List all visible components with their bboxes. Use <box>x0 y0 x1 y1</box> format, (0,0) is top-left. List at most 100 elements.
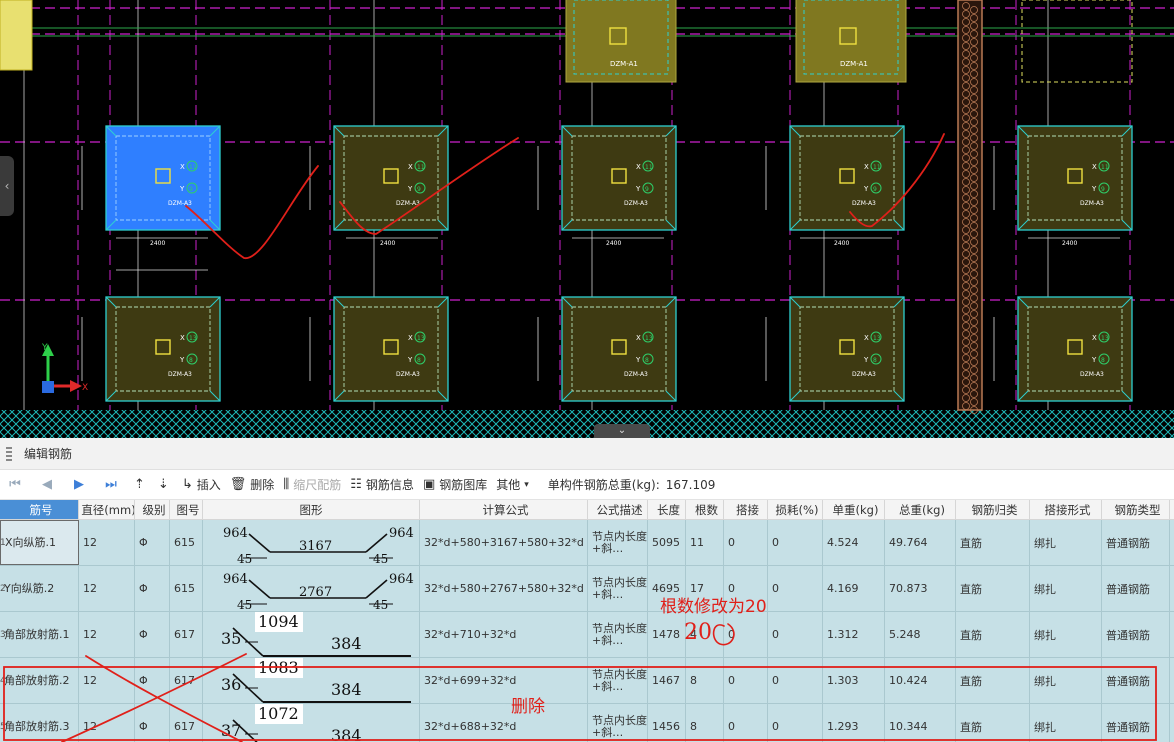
cell-description[interactable]: 节点内长度+斜… <box>588 520 648 565</box>
cell-figure-no[interactable]: 615 <box>170 520 203 565</box>
cell-lap-type[interactable]: 绑扎 <box>1030 704 1102 742</box>
cell-diameter[interactable]: 12 <box>79 704 135 742</box>
cell-lap[interactable]: 0 <box>724 612 768 657</box>
col-header-lap-type[interactable]: 搭接形式 <box>1030 500 1102 519</box>
cell-grade[interactable]: Φ <box>135 704 170 742</box>
col-header-total-weight[interactable]: 总重(kg) <box>885 500 956 519</box>
cell-total-weight[interactable]: 70.873 <box>885 566 956 611</box>
rebar-shape-diagram[interactable]: 96445276796445 <box>203 566 420 611</box>
cell-formula[interactable]: 32*d+580+2767+580+32*d <box>420 566 588 611</box>
cell-count[interactable]: 8 <box>686 704 724 742</box>
cell-shape[interactable]: 35 1094 384 <box>203 612 420 657</box>
cad-canvas[interactable]: DZM-A1 DZM-A1 X 11 Y 9 DZM-A3 X 11 Y 9 DZM-A3 X 11 Y 9 D… <box>0 0 1174 438</box>
cell-grade[interactable]: Φ <box>135 520 170 565</box>
cell-description[interactable]: 节点内长度+斜… <box>588 704 648 742</box>
col-header-shape[interactable]: 图形 <box>203 500 420 519</box>
cell-shape[interactable]: 36 1083 384 <box>203 658 420 703</box>
col-header-loss[interactable]: 损耗(%) <box>768 500 823 519</box>
cell-rebar-no[interactable]: X向纵筋.1 <box>0 520 79 565</box>
col-header-grade[interactable]: 级别 <box>135 500 170 519</box>
cell-unit-weight[interactable]: 1.293 <box>823 704 885 742</box>
cell-length[interactable]: 1478 <box>648 612 686 657</box>
cell-formula[interactable]: 32*d+710+32*d <box>420 612 588 657</box>
cell-rebar-type[interactable]: 普通钢筋 <box>1102 704 1170 742</box>
cell-rebar-no[interactable]: 角部放射筋.1 <box>0 612 79 657</box>
cell-shape[interactable]: 964 45 3167 964 45 <box>203 520 420 565</box>
cell-total-weight[interactable]: 10.424 <box>885 658 956 703</box>
col-header-length[interactable]: 长度 <box>648 500 686 519</box>
cell-formula[interactable]: 32*d+688+32*d <box>420 704 588 742</box>
cell-rebar-type[interactable]: 普通钢筋 <box>1102 658 1170 703</box>
cell-total-weight[interactable]: 10.344 <box>885 704 956 742</box>
collapse-left-icon[interactable]: ‹ <box>0 156 14 216</box>
col-header-count[interactable]: 根数 <box>686 500 724 519</box>
col-header-lap[interactable]: 搭接 <box>724 500 768 519</box>
cell-total-weight[interactable]: 49.764 <box>885 520 956 565</box>
cell-formula[interactable]: 32*d+699+32*d <box>420 658 588 703</box>
cell-rebar-type[interactable]: 普通钢筋 <box>1102 520 1170 565</box>
cell-grade[interactable]: Φ <box>135 612 170 657</box>
cell-loss[interactable]: 0 <box>768 520 823 565</box>
cell-count[interactable]: 11 <box>686 520 724 565</box>
cell-shape[interactable]: 964 45 2767 964 45 <box>203 566 420 611</box>
cell-rebar-no[interactable]: 角部放射筋.2 <box>0 658 79 703</box>
cell-rebar-type[interactable]: 普通钢筋 <box>1102 566 1170 611</box>
cell-category[interactable]: 直筋 <box>956 566 1030 611</box>
cell-diameter[interactable]: 12 <box>79 658 135 703</box>
drag-grip-icon[interactable] <box>6 447 12 461</box>
cell-loss[interactable]: 0 <box>768 658 823 703</box>
delete-button[interactable]: 🗑 删除 <box>230 476 275 493</box>
col-header-figure[interactable]: 图号 <box>170 500 203 519</box>
cell-rebar-no[interactable]: 角部放射筋.3 <box>0 704 79 742</box>
next-record-icon[interactable]: ▶ <box>70 477 88 492</box>
cell-length[interactable]: 5095 <box>648 520 686 565</box>
cell-unit-weight[interactable]: 4.169 <box>823 566 885 611</box>
cell-lap-type[interactable]: 绑扎 <box>1030 612 1102 657</box>
cell-shape[interactable]: 37 1072 384 <box>203 704 420 742</box>
cell-loss[interactable]: 0 <box>768 612 823 657</box>
cell-lap[interactable]: 0 <box>724 704 768 742</box>
cell-unit-weight[interactable]: 4.524 <box>823 520 885 565</box>
first-record-icon[interactable]: ⏮ <box>6 477 24 492</box>
cell-diameter[interactable]: 12 <box>79 520 135 565</box>
col-header-description[interactable]: 公式描述 <box>588 500 648 519</box>
col-header-formula[interactable]: 计算公式 <box>420 500 588 519</box>
table-row[interactable]: 角部放射筋.3 12 Φ 617 37 1072 384 32*d+688+32*d 节点内长度… <box>0 704 1174 742</box>
cell-lap-type[interactable]: 绑扎 <box>1030 658 1102 703</box>
cell-figure-no[interactable]: 617 <box>170 704 203 742</box>
insert-button[interactable]: ↳ 插入 <box>182 476 221 493</box>
rebar-shape-diagram[interactable]: 37 1072 384 <box>203 704 420 742</box>
rebar-shape-diagram[interactable]: 36 1083 384 <box>203 658 420 703</box>
rebar-info-button[interactable]: ☷ 钢筋信息 <box>350 476 414 493</box>
cell-rebar-type[interactable]: 普通钢筋 <box>1102 612 1170 657</box>
cell-category[interactable]: 直筋 <box>956 612 1030 657</box>
col-header-unit-weight[interactable]: 单重(kg) <box>823 500 885 519</box>
table-row[interactable]: X向纵筋.1 12 Φ 615 964 45 3167 964 45 32*d+580+3167+… <box>0 520 1174 566</box>
col-header-rebar-type[interactable]: 钢筋类型 <box>1102 500 1170 519</box>
cell-lap[interactable]: 0 <box>724 658 768 703</box>
cell-count[interactable]: 8 <box>686 658 724 703</box>
cell-total-weight[interactable]: 5.248 <box>885 612 956 657</box>
cell-length[interactable]: 1467 <box>648 658 686 703</box>
cell-length[interactable]: 1456 <box>648 704 686 742</box>
cell-lap[interactable]: 0 <box>724 520 768 565</box>
col-header-no[interactable]: 筋号 <box>0 500 79 519</box>
prev-record-icon[interactable]: ◀ <box>38 477 56 492</box>
table-row[interactable]: Y向纵筋.2 12 Φ 615 964 45 2767 964 45 32*d+580+2767+… <box>0 566 1174 612</box>
cad-drawing[interactable]: DZM-A1 DZM-A1X 11Y 9DZM-A3X 11Y 9DZM-A3X 11Y 9D… <box>0 0 1174 438</box>
cell-loss[interactable]: 0 <box>768 704 823 742</box>
cell-lap-type[interactable]: 绑扎 <box>1030 566 1102 611</box>
cell-unit-weight[interactable]: 1.312 <box>823 612 885 657</box>
cell-diameter[interactable]: 12 <box>79 566 135 611</box>
table-row[interactable]: 角部放射筋.2 12 Φ 617 36 1083 384 32*d+699+32*d 节点内长度… <box>0 658 1174 704</box>
cell-description[interactable]: 节点内长度+斜… <box>588 658 648 703</box>
cell-rebar-no[interactable]: Y向纵筋.2 <box>0 566 79 611</box>
rebar-shape-diagram[interactable]: 35 1094 384 <box>203 612 420 657</box>
cell-description[interactable]: 节点内长度+斜… <box>588 566 648 611</box>
cell-diameter[interactable]: 12 <box>79 612 135 657</box>
col-header-diameter[interactable]: 直径(mm) <box>79 500 135 519</box>
cell-description[interactable]: 节点内长度+斜… <box>588 612 648 657</box>
cell-category[interactable]: 直筋 <box>956 704 1030 742</box>
other-dropdown[interactable]: 其他 ▾ <box>496 476 533 493</box>
cell-formula[interactable]: 32*d+580+3167+580+32*d <box>420 520 588 565</box>
